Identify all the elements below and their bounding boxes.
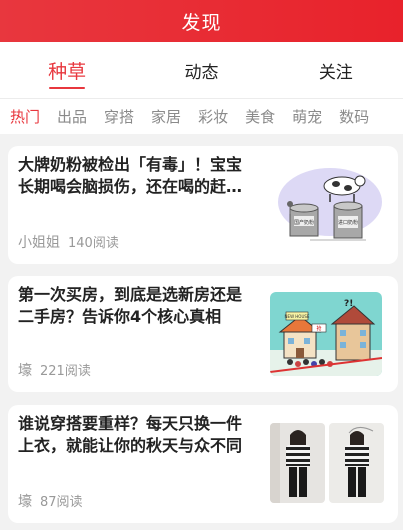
- category-tab-home[interactable]: 家居: [151, 106, 181, 127]
- can-label-imported: 进口奶粉: [338, 219, 358, 226]
- main-tab-bar: 种草 动态 关注: [0, 42, 403, 98]
- article-title: 谁说穿搭要重样？每天只换一件上衣，就能让你的秋天与众不同: [18, 414, 243, 455]
- article-title: 大牌奶粉被检出「有毒」！宝宝长期喝会脑损伤，还在喝的赶…: [18, 155, 243, 196]
- tab-label: 动态: [184, 62, 219, 83]
- category-tab-product[interactable]: 出品: [57, 106, 87, 127]
- article-author: 小姐姐: [18, 235, 60, 251]
- article-author: 壕: [18, 494, 32, 510]
- category-tab-pets[interactable]: 萌宠: [292, 106, 322, 127]
- article-read-count: 87阅读: [40, 495, 83, 510]
- page-title: 发现: [181, 11, 222, 34]
- article-card[interactable]: 谁说穿搭要重样？每天只换一件上衣，就能让你的秋天与众不同 壕 87阅读: [8, 405, 398, 523]
- article-read-count: 221阅读: [40, 364, 91, 379]
- category-tab-makeup[interactable]: 彩妆: [198, 106, 228, 127]
- can-label-domestic: 国产奶粉: [294, 219, 314, 226]
- tab-label: 种草: [48, 60, 87, 83]
- category-tab-digital[interactable]: 数码: [339, 106, 369, 127]
- article-card[interactable]: 大牌奶粉被检出「有毒」！宝宝长期喝会脑损伤，还在喝的赶… 小姐姐 140阅读 国…: [8, 146, 398, 264]
- article-read-count: 140阅读: [68, 236, 119, 251]
- svg-text:?!: ?!: [344, 299, 353, 309]
- tab-zhongcao[interactable]: 种草: [0, 42, 134, 98]
- article-meta: 壕 221阅读: [18, 360, 91, 380]
- article-author: 壕: [18, 363, 32, 379]
- fashion-photo-icon: [270, 423, 325, 503]
- category-tab-food[interactable]: 美食: [245, 106, 275, 127]
- category-tab-bar: 热门 出品 穿搭 家居 彩妆 美食 萌宠 数码: [0, 98, 403, 134]
- fashion-photo-icon: [329, 423, 384, 503]
- sign-grab: 抢: [316, 325, 321, 332]
- milk-cans-cow-illustration-icon: 国产奶粉 进口奶粉: [270, 164, 382, 248]
- house-cartoon-illustration-icon: NEW HOUSE ?! 抢: [270, 292, 382, 376]
- category-tab-outfit[interactable]: 穿搭: [104, 106, 134, 127]
- category-tab-hot[interactable]: 热门: [10, 106, 40, 127]
- tab-dongtai[interactable]: 动态: [134, 42, 268, 98]
- article-card[interactable]: 第一次买房，到底是选新房还是二手房？告诉你4个核心真相 壕 221阅读 NEW …: [8, 276, 398, 392]
- top-app-bar: 发现: [0, 0, 403, 42]
- tab-guanzhu[interactable]: 关注: [269, 42, 403, 98]
- article-meta: 壕 87阅读: [18, 491, 83, 511]
- article-title: 第一次买房，到底是选新房还是二手房？告诉你4个核心真相: [18, 285, 243, 326]
- active-tab-indicator: [49, 87, 86, 89]
- tab-label: 关注: [318, 62, 353, 83]
- sign-new-house: NEW HOUSE: [285, 314, 310, 319]
- article-meta: 小姐姐 140阅读: [18, 232, 119, 252]
